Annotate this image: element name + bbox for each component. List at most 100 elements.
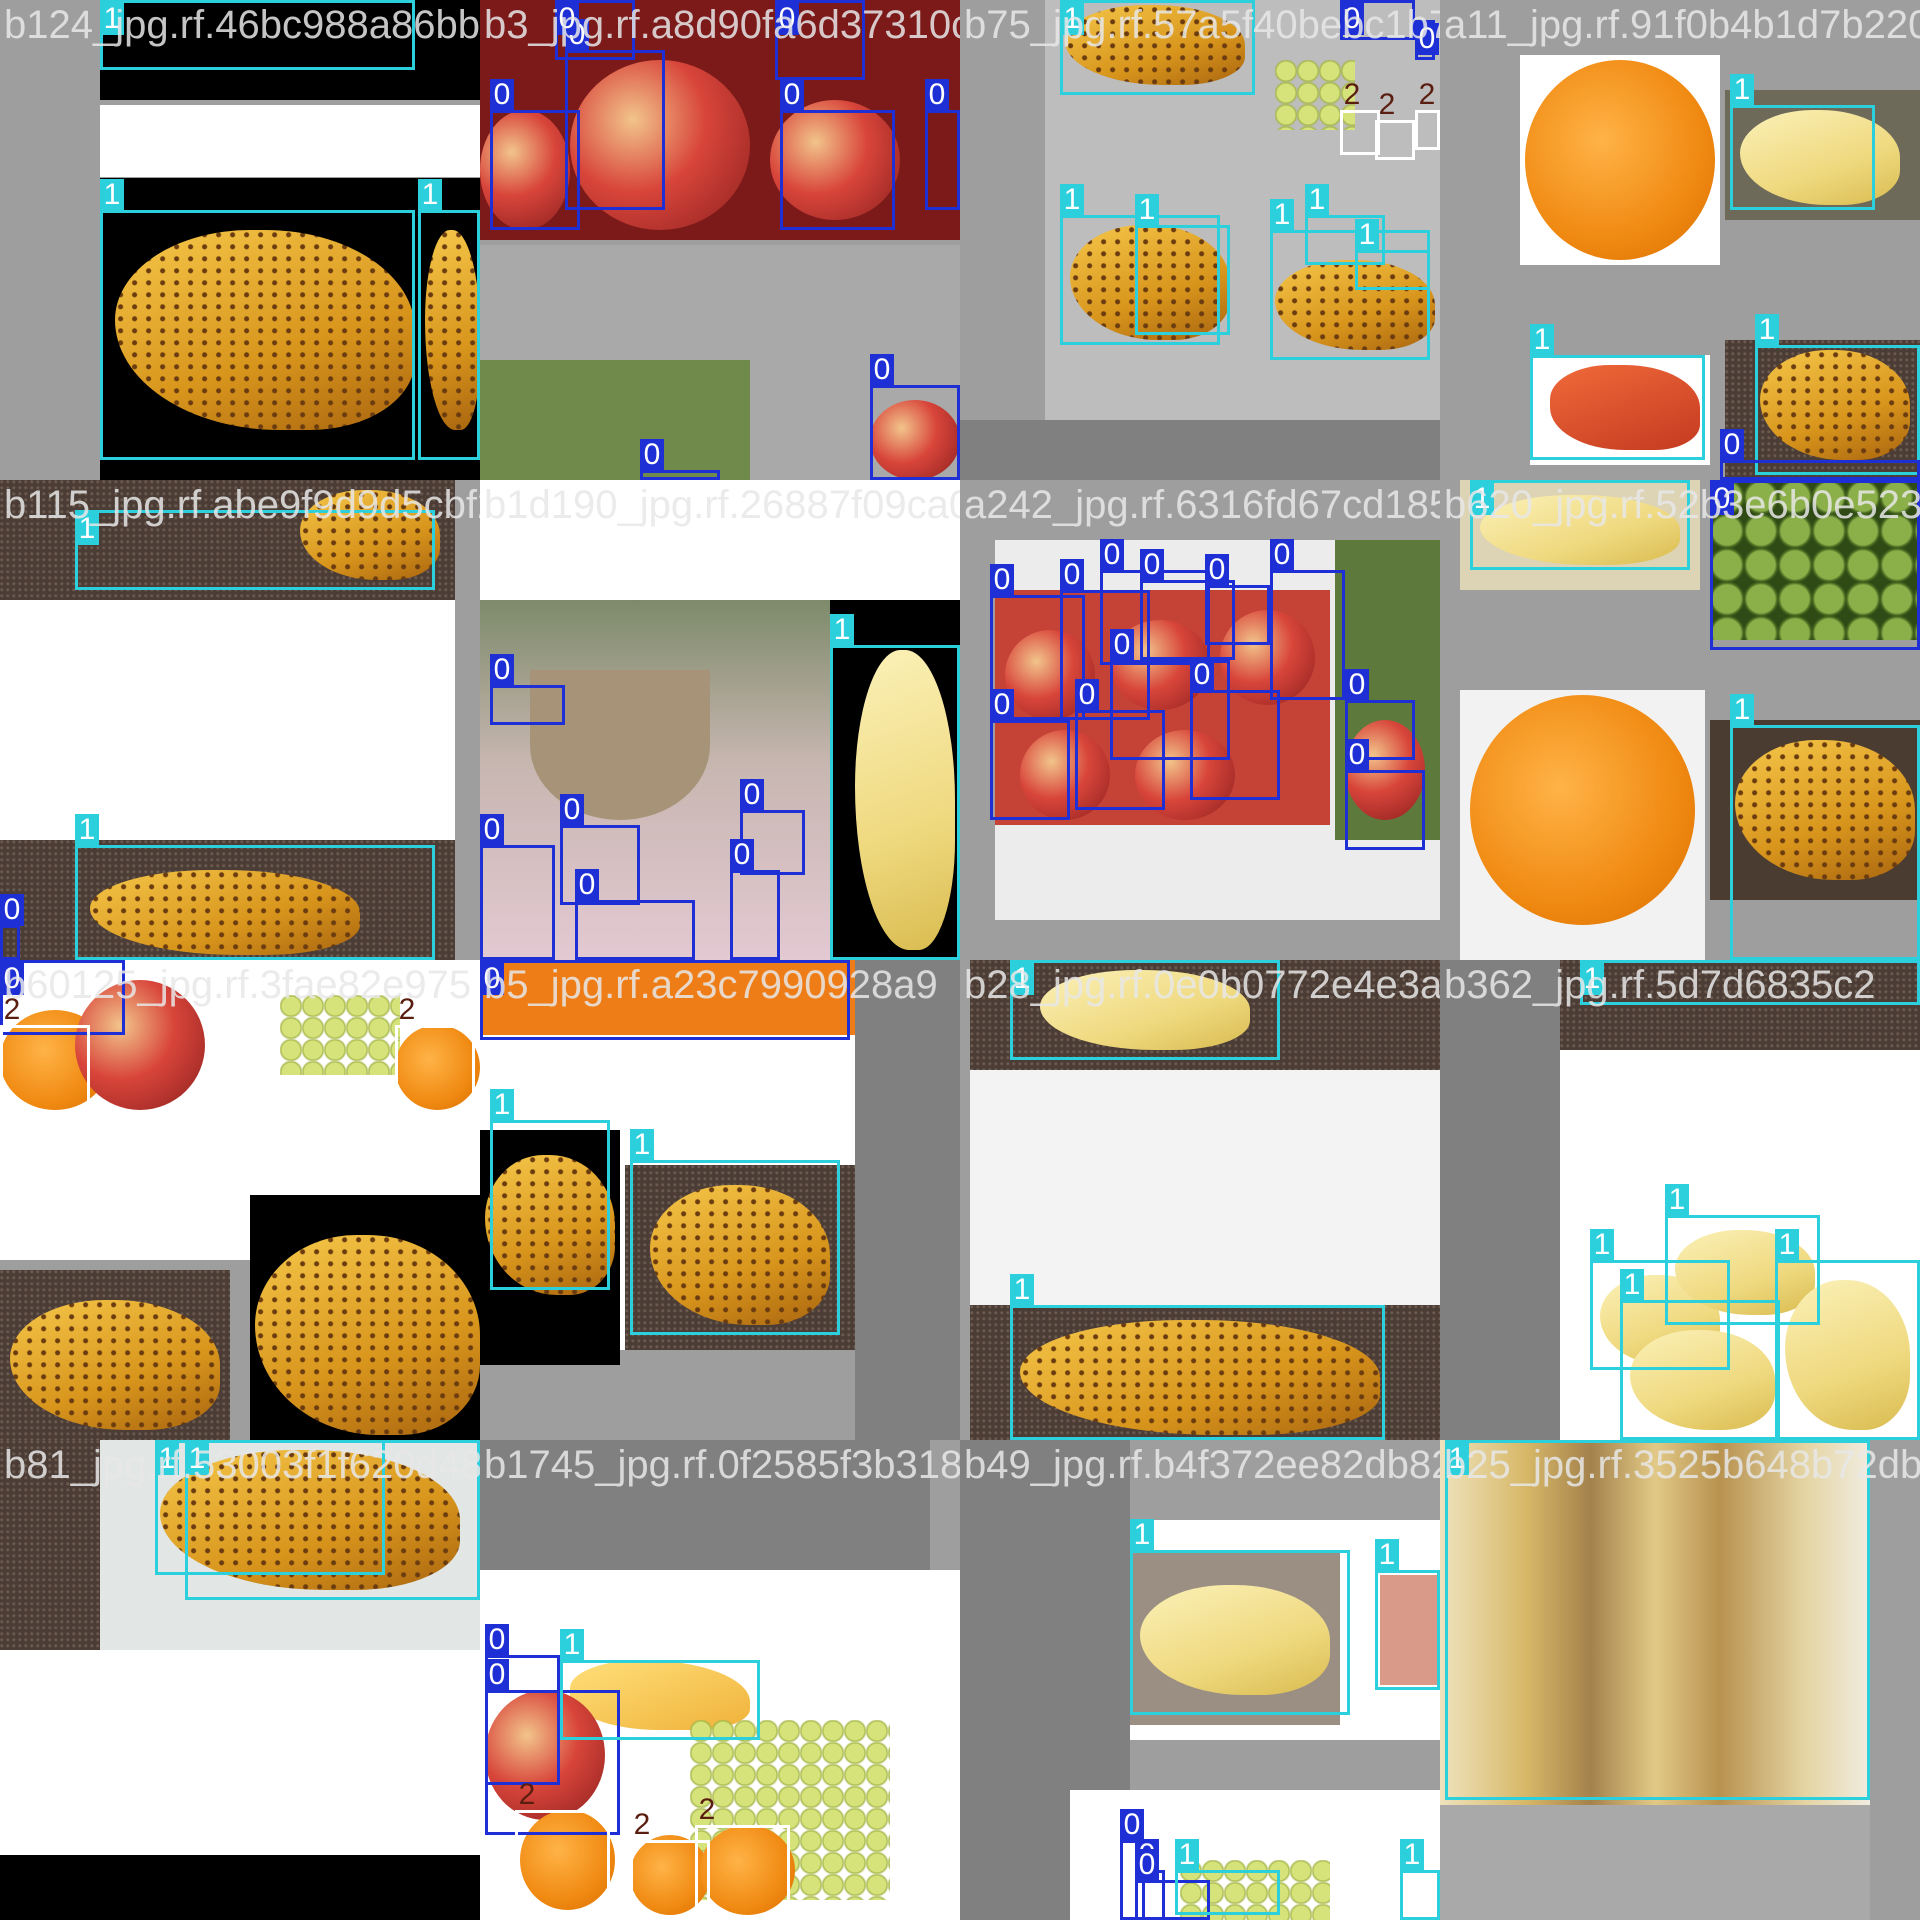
bbox-class-0: 0 bbox=[490, 654, 565, 725]
bbox-class-0: 0 bbox=[1190, 659, 1280, 800]
bbox-label: 0 bbox=[1720, 429, 1744, 461]
bbox-class-1: 1 bbox=[1355, 219, 1430, 290]
bbox-label: 1 bbox=[1620, 1269, 1644, 1301]
tile-name: b1d190_jpg.rf.26887f09ca0f3f2b7f6 bbox=[484, 483, 960, 527]
bbox-class-1: 1 bbox=[830, 614, 960, 960]
bbox-label: 0 bbox=[870, 354, 894, 386]
bbox-class-1: 1 bbox=[1400, 1839, 1440, 1920]
bbox-label: 1 bbox=[1590, 1229, 1614, 1261]
bbox-label: 0 bbox=[1205, 554, 1229, 586]
tile-name: b25_jpg.rf.3525b648b72db bbox=[1444, 1443, 1920, 1487]
bbox-label: 1 bbox=[1775, 1229, 1799, 1261]
bbox-label: 0 bbox=[1100, 539, 1124, 571]
bbox-class-0: 0 bbox=[0, 894, 24, 960]
tile-name: b49_jpg.rf.b4f372ee82db82 bbox=[964, 1443, 1440, 1487]
bbox-class-2: 2 bbox=[1415, 79, 1440, 150]
bbox-class-1: 1 bbox=[100, 179, 415, 460]
bbox-class-1: 1 bbox=[1010, 1274, 1385, 1440]
bbox-label: 1 bbox=[1060, 184, 1084, 216]
tile-name: b1745_jpg.rf.0f2585f3b318c7 bbox=[484, 1443, 960, 1487]
bbox-label: 1 bbox=[560, 1629, 584, 1661]
mosaic-grid: b124_jpg.rf.46bc988a86bbd9d6 b3_jpg.rf.a… bbox=[0, 0, 1920, 1920]
bbox-class-1: 1 bbox=[1755, 314, 1920, 475]
bbox-class-0: 0 bbox=[990, 689, 1070, 820]
bbox-label: 2 bbox=[698, 1793, 716, 1826]
bbox-label: 2 bbox=[633, 1808, 651, 1841]
bbox-label: 0 bbox=[1140, 549, 1164, 581]
bbox-label: 1 bbox=[490, 1089, 514, 1121]
bbox-label: 1 bbox=[1755, 314, 1779, 346]
bbox-class-0: 0 bbox=[1720, 429, 1920, 480]
bbox-label: 1 bbox=[1305, 184, 1329, 216]
bbox-class-0: 0 bbox=[560, 794, 640, 905]
bbox-label: 0 bbox=[485, 1624, 509, 1656]
tile-name: b75_jpg.rf.57a5f40bebc1b718 bbox=[964, 3, 1440, 47]
tile-name: a11_jpg.rf.91f0b4b1d7b220 bbox=[1444, 3, 1920, 47]
bbox-class-1: 1 bbox=[1530, 324, 1705, 460]
bbox-class-0: 0 bbox=[640, 439, 720, 480]
bbox-label: 0 bbox=[1270, 539, 1294, 571]
bbox-label: 0 bbox=[560, 794, 584, 826]
bbox-label: 0 bbox=[575, 869, 599, 901]
bbox-label: 1 bbox=[1355, 219, 1379, 251]
bbox-class-0: 0 bbox=[1205, 554, 1270, 645]
bbox-label: 1 bbox=[830, 614, 854, 646]
bbox-label: 1 bbox=[1730, 694, 1754, 726]
bbox-label: 2 bbox=[1343, 78, 1361, 111]
bbox-label: 1 bbox=[1730, 74, 1754, 106]
bbox-label: 0 bbox=[1060, 559, 1084, 591]
bbox-class-1: 1 bbox=[75, 814, 435, 960]
bbox-label: 1 bbox=[100, 179, 124, 211]
bbox-class-1: 1 bbox=[1175, 1839, 1280, 1915]
bbox-class-1: 1 bbox=[1730, 74, 1875, 210]
bbox-label: 0 bbox=[780, 79, 804, 111]
tile-name: b124_jpg.rf.46bc988a86bbd9d6 bbox=[4, 3, 480, 47]
bbox-label: 0 bbox=[1075, 679, 1099, 711]
bbox-label: 1 bbox=[1665, 1184, 1689, 1216]
bbox-label: 1 bbox=[1010, 1274, 1034, 1306]
bbox-class-2: 2 bbox=[695, 1794, 790, 1920]
bbox-class-0: 0 bbox=[480, 814, 555, 960]
bbox-class-1: 1 bbox=[1135, 194, 1230, 335]
tile-name: b620_jpg.rf.52b3e6b0e523 bbox=[1444, 483, 1920, 527]
tile-name: b28_jpg.rf.0e0b0772e4e3a3eae3 bbox=[964, 963, 1440, 1007]
bbox-class-0: 0 bbox=[780, 79, 895, 230]
bbox-label: 1 bbox=[1130, 1519, 1154, 1551]
bbox-class-1: 1 bbox=[1775, 1229, 1920, 1440]
bbox-label: 1 bbox=[1375, 1539, 1399, 1571]
bbox-class-0: 0 bbox=[730, 839, 780, 960]
bbox-class-1: 1 bbox=[1730, 694, 1920, 960]
bbox-label: 2 bbox=[518, 1778, 536, 1811]
bbox-label: 1 bbox=[418, 179, 442, 211]
tile-name: b115_jpg.rf.abe9f9d9d5cbf2 bbox=[4, 483, 480, 527]
bbox-label: 0 bbox=[490, 654, 514, 686]
bbox-class-0: 0 bbox=[1270, 539, 1345, 700]
bbox-class-1: 1 bbox=[1130, 1519, 1350, 1715]
bbox-label: 0 bbox=[1345, 669, 1369, 701]
bbox-label: 0 bbox=[1135, 1849, 1159, 1881]
bbox-label: 1 bbox=[1175, 1839, 1199, 1871]
bbox-class-1: 1 bbox=[630, 1129, 840, 1335]
bbox-label: 0 bbox=[1345, 739, 1369, 771]
bbox-label: 0 bbox=[925, 79, 949, 111]
tile-name: b5_jpg.rf.a23c7990928a9 bbox=[484, 963, 938, 1007]
bbox-label: 0 bbox=[1110, 629, 1134, 661]
bbox-class-2: 2 bbox=[515, 1779, 610, 1920]
tile-name: b81_jpg.rf.53003f1f620d48389d bbox=[4, 1443, 480, 1487]
tile-name: b362_jpg.rf.5d7d6835c2 bbox=[1444, 963, 1876, 1007]
bbox-label: 0 bbox=[0, 894, 24, 926]
bbox-label: 1 bbox=[1270, 199, 1294, 231]
bbox-label: 0 bbox=[1120, 1809, 1144, 1841]
bbox-label: 1 bbox=[1135, 194, 1159, 226]
bbox-label: 0 bbox=[1190, 659, 1214, 691]
bbox-class-1: 1 bbox=[560, 1629, 760, 1740]
bbox-class-0: 0 bbox=[1075, 679, 1165, 810]
bbox-class-1: 1 bbox=[1620, 1269, 1780, 1440]
bbox-label: 0 bbox=[990, 564, 1014, 596]
tile-name: b3_jpg.rf.a8d90fa6d37310c59787cb bbox=[484, 3, 960, 47]
tile-name: b60125_jpg.rf.3fae82e975 bbox=[4, 963, 472, 1007]
bbox-label: 2 bbox=[1418, 78, 1436, 111]
bbox-label: 1 bbox=[630, 1129, 654, 1161]
bbox-label: 0 bbox=[730, 839, 754, 871]
bbox-label: 1 bbox=[75, 814, 99, 846]
